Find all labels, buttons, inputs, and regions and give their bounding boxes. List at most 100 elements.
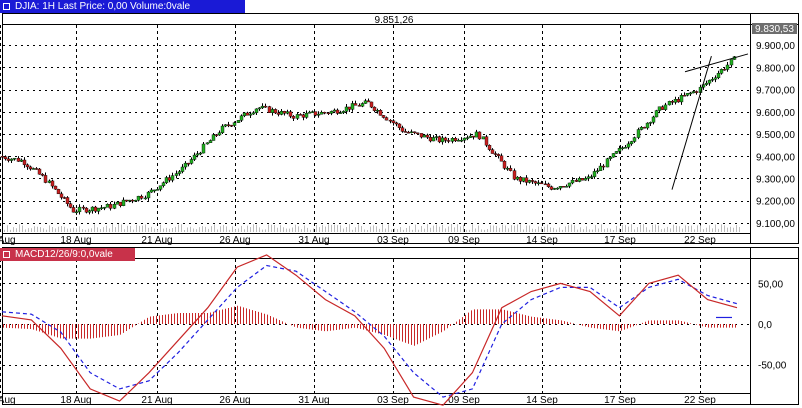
candle-up bbox=[629, 141, 634, 145]
candle-up bbox=[725, 64, 730, 70]
candle-down bbox=[40, 174, 45, 176]
candle-up bbox=[611, 153, 616, 158]
candle-down bbox=[676, 99, 681, 103]
candle-down bbox=[273, 109, 278, 114]
candle-up bbox=[133, 200, 138, 202]
candle-up bbox=[102, 207, 107, 209]
candle-down bbox=[93, 206, 98, 212]
candle-up bbox=[595, 170, 600, 172]
candle-up bbox=[440, 137, 445, 143]
macd-x-tick-label: 03 Sep bbox=[377, 395, 409, 406]
candle-up bbox=[564, 186, 569, 188]
candle-up bbox=[521, 177, 526, 182]
candle-down bbox=[381, 115, 386, 118]
candle-down bbox=[108, 203, 113, 209]
macd-y-tick-label: 0,0 bbox=[758, 320, 772, 331]
candle-down bbox=[499, 155, 504, 162]
candle-down bbox=[487, 145, 492, 150]
candle-down bbox=[62, 197, 67, 199]
candle-up bbox=[465, 137, 470, 139]
candle-up bbox=[667, 101, 672, 106]
candle-down bbox=[369, 101, 374, 108]
candle-up bbox=[704, 82, 709, 85]
candle-down bbox=[400, 127, 405, 132]
candle-up bbox=[456, 139, 461, 142]
candle-down bbox=[335, 109, 340, 114]
candle-down bbox=[276, 112, 281, 115]
candle-up bbox=[316, 114, 321, 116]
candle-down bbox=[524, 177, 529, 183]
candle-up bbox=[19, 159, 24, 162]
candle-down bbox=[139, 195, 144, 199]
macd-x-tick-label: 17 Sep bbox=[604, 395, 636, 406]
candle-down bbox=[372, 106, 377, 111]
candle-up bbox=[536, 182, 541, 184]
candle-up bbox=[474, 131, 479, 138]
candle-down bbox=[6, 158, 11, 161]
macd-plot-area[interactable] bbox=[3, 248, 750, 393]
candle-down bbox=[282, 111, 287, 114]
candle-up bbox=[679, 95, 684, 103]
macd-x-tick-label: 14 Sep bbox=[526, 395, 558, 406]
price-y-tick-label: 9.200,00 bbox=[756, 197, 795, 208]
candle-up bbox=[598, 165, 603, 171]
panel-menu-box-icon[interactable] bbox=[3, 251, 10, 258]
candle-down bbox=[412, 131, 417, 133]
candle-up bbox=[9, 158, 14, 161]
candle-up bbox=[639, 126, 644, 130]
panel-menu-box-icon[interactable] bbox=[3, 3, 10, 10]
macd-x-tick-label: 26 Aug bbox=[219, 395, 250, 406]
macd-y-tick-label: 50,00 bbox=[758, 279, 783, 290]
candle-up bbox=[161, 182, 166, 186]
candle-up bbox=[152, 189, 157, 192]
candle-up bbox=[146, 191, 151, 199]
candle-up bbox=[527, 180, 532, 183]
candle-up bbox=[201, 143, 206, 154]
price-x-tick-label: 13 Aug bbox=[0, 235, 16, 246]
candle-up bbox=[170, 175, 175, 181]
candle-down bbox=[508, 167, 513, 171]
price-panel-title: DJIA: 1H Last Price: 0,00 Volume:0vale bbox=[15, 1, 191, 12]
candle-down bbox=[477, 131, 482, 140]
macd-panel-title-bar[interactable]: MACD12/26/9:0,0vale bbox=[0, 248, 135, 261]
candle-down bbox=[496, 154, 501, 156]
price-panel-title-bar[interactable]: DJIA: 1H Last Price: 0,00 Volume:0vale bbox=[0, 0, 245, 13]
price-plot-area[interactable] bbox=[3, 14, 750, 233]
candle-down bbox=[453, 138, 458, 141]
candle-up bbox=[583, 178, 588, 181]
price-y-tick-label: 9.800,00 bbox=[756, 63, 795, 74]
candle-up bbox=[74, 211, 79, 214]
candle-down bbox=[384, 117, 389, 121]
candle-down bbox=[415, 132, 420, 134]
candle-up bbox=[729, 59, 734, 66]
candle-down bbox=[53, 185, 58, 190]
candle-up bbox=[422, 134, 427, 138]
candle-down bbox=[601, 165, 606, 168]
candle-down bbox=[406, 132, 411, 134]
candle-down bbox=[419, 133, 424, 138]
candle-up bbox=[645, 122, 650, 129]
candle-up bbox=[223, 124, 228, 127]
macd-y-tick-label: -50,00 bbox=[758, 361, 787, 372]
candle-up bbox=[105, 203, 110, 208]
candle-up bbox=[344, 106, 349, 112]
candle-up bbox=[338, 112, 343, 114]
candle-up bbox=[481, 136, 486, 140]
candle-down bbox=[68, 203, 73, 208]
candle-up bbox=[567, 182, 572, 187]
candle-down bbox=[682, 95, 687, 97]
candle-up bbox=[174, 173, 179, 176]
candle-down bbox=[124, 199, 129, 202]
candle-down bbox=[543, 183, 548, 186]
candle-down bbox=[263, 105, 268, 108]
candle-up bbox=[375, 110, 380, 112]
candle-down bbox=[546, 183, 551, 187]
candle-up bbox=[623, 147, 628, 149]
candle-up bbox=[115, 201, 120, 205]
candle-down bbox=[353, 103, 358, 106]
candle-up bbox=[605, 158, 610, 168]
candle-down bbox=[493, 153, 498, 155]
macd-panel-title: MACD12/26/9:0,0vale bbox=[15, 249, 113, 260]
candle-up bbox=[236, 120, 241, 123]
candle-down bbox=[539, 182, 544, 185]
